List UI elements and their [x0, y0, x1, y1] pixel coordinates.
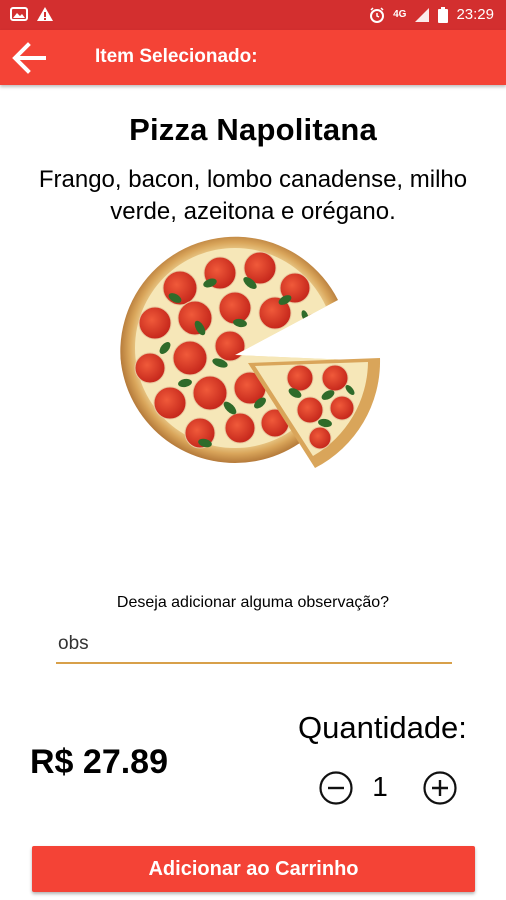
observation-label: Deseja adicionar alguma observação? [116, 594, 390, 611]
app-bar: Item Selecionado: [0, 30, 506, 85]
status-time: 23:29 [456, 6, 494, 23]
quantity-increase-button[interactable] [422, 770, 458, 806]
network-4g-icon: 4G [393, 9, 407, 20]
status-bar: 4G 23:29 [0, 0, 506, 30]
item-price: R$ 27.89 [30, 743, 168, 781]
battery-icon [438, 6, 449, 23]
status-left [10, 6, 54, 22]
item-title: Pizza Napolitana [129, 112, 377, 147]
signal-icon [415, 7, 430, 22]
back-button[interactable] [8, 38, 50, 78]
quantity-value: 1 [372, 771, 388, 802]
warning-icon [37, 7, 53, 21]
observation-input[interactable] [56, 628, 452, 664]
plus-circle-icon [423, 771, 457, 805]
add-to-cart-button[interactable]: Adicionar ao Carrinho [32, 846, 475, 892]
quantity-decrease-button[interactable] [318, 770, 354, 806]
image-notification-icon [10, 7, 28, 21]
item-description: Frango, bacon, lombo canadense, milho ve… [38, 166, 468, 225]
minus-circle-icon [319, 771, 353, 805]
quantity-label: Quantidade: [298, 710, 467, 745]
status-right: 4G 23:29 [369, 6, 494, 23]
arrow-left-icon [12, 42, 46, 74]
alarm-icon [370, 6, 385, 23]
pizza-image [120, 236, 381, 468]
app-bar-title: Item Selecionado: [95, 46, 258, 67]
